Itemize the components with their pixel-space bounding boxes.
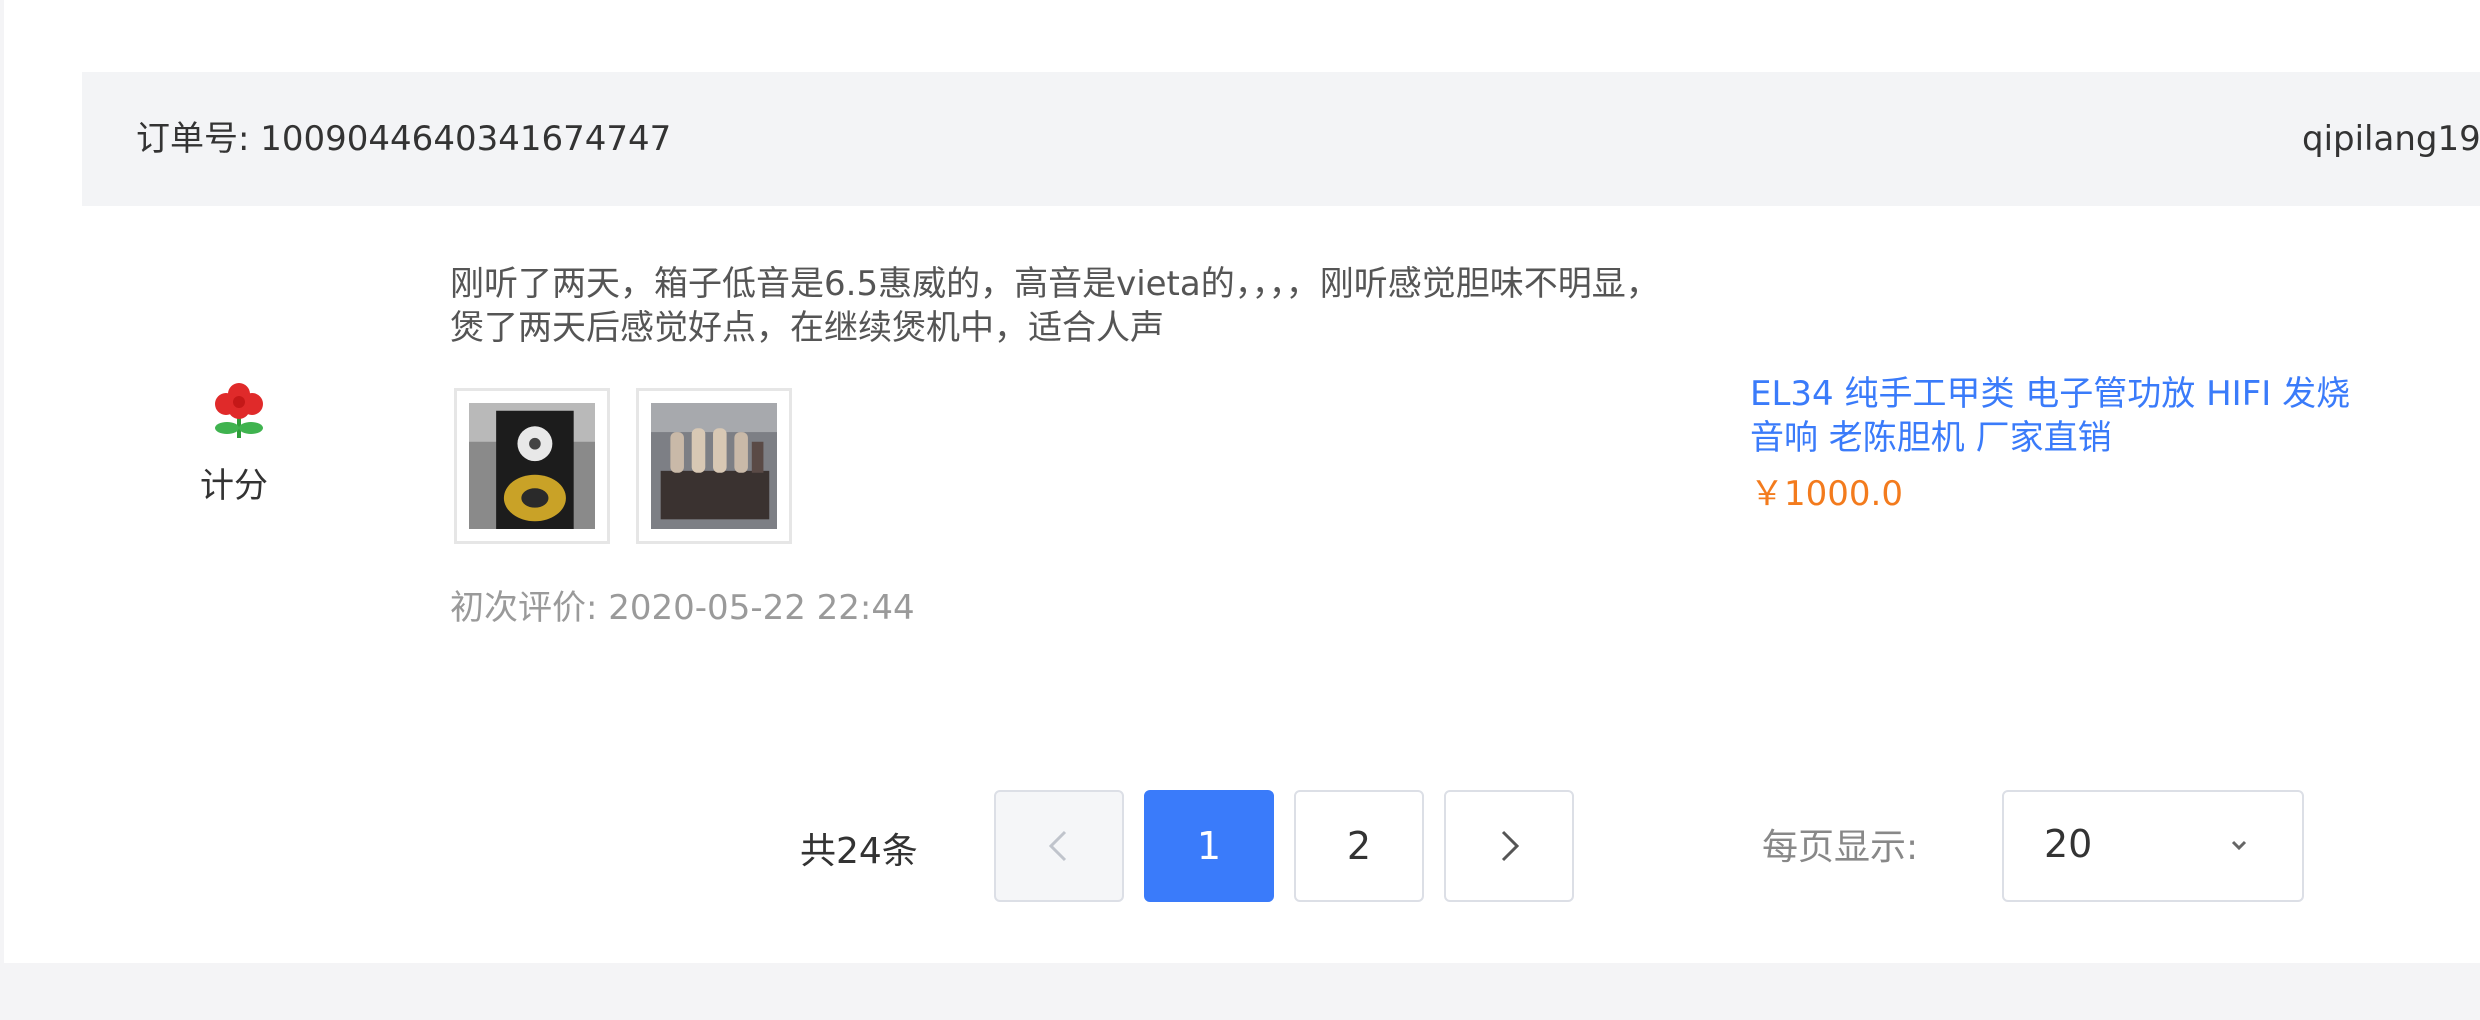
order-number: 订单号: 1009044640341674747 [136,119,672,159]
product-price: ￥1000.0 [1750,474,1903,514]
review-image-speaker[interactable] [454,388,610,544]
pagination-next-button[interactable] [1444,790,1574,902]
chevron-left-icon [1048,830,1067,862]
order-header: 订单号: 1009044640341674747 qipilang19 [82,72,2480,206]
pagination-prev-button[interactable] [994,790,1124,902]
page: 订单号: 1009044640341674747 qipilang19 计分 刚… [0,0,2480,1020]
per-page-label: 每页显示: [1762,827,1919,868]
chevron-down-icon [2231,840,2247,851]
pagination-page-1[interactable]: 1 [1144,790,1274,902]
pagination-total: 共24条 [800,831,918,872]
review-image-amplifier[interactable] [636,388,792,544]
review-date: 初次评价: 2020-05-22 22:44 [450,588,915,628]
amplifier-image [651,403,777,529]
per-page-select[interactable]: 20 [2002,790,2304,902]
speaker-image [469,403,595,529]
pagination-page-2[interactable]: 2 [1294,790,1424,902]
order-username: qipilang19 [2302,119,2480,159]
chevron-right-icon [1501,830,1520,862]
score-label: 计分 [200,466,268,506]
flower-icon [209,382,269,440]
review-card: 订单号: 1009044640341674747 qipilang19 计分 刚… [4,0,2480,963]
review-text: 刚听了两天，箱子低音是6.5惠威的，高音是vieta的，，，，刚听感觉胆味不明显… [450,264,1660,348]
per-page-value: 20 [2044,822,2093,866]
product-link[interactable]: EL34 纯手工甲类 电子管功放 HIFI 发烧音响 老陈胆机 厂家直销 [1750,372,2370,460]
